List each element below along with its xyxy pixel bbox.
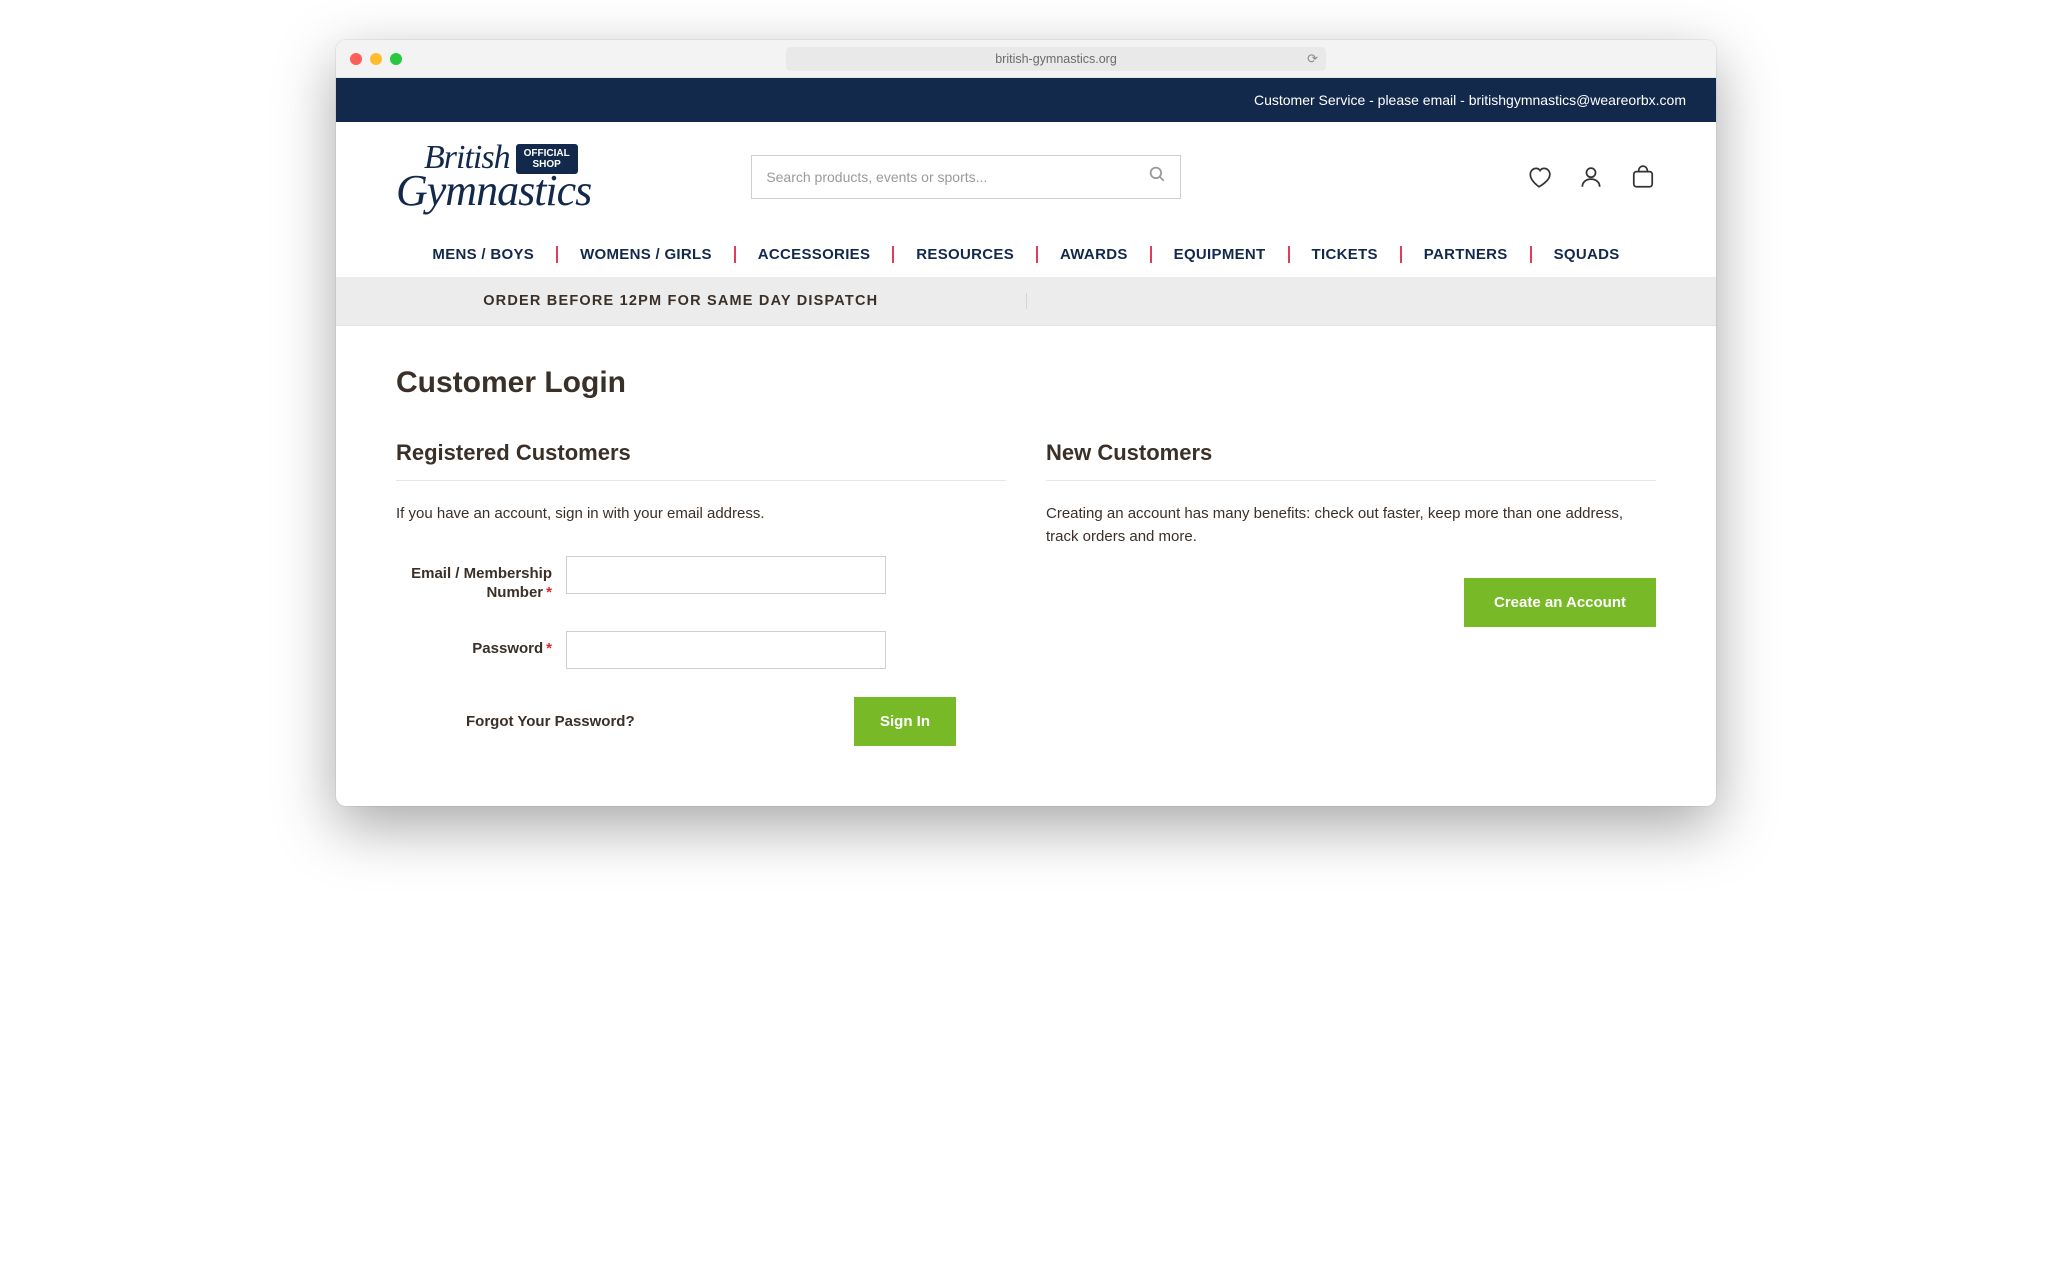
- search-input[interactable]: [766, 169, 1148, 185]
- main-nav: MENS / BOYS WOMENS / GIRLS ACCESSORIES R…: [336, 231, 1716, 277]
- registered-lead: If you have an account, sign in with you…: [396, 503, 1006, 526]
- site-header: BritishOFFICIALSHOP Gymnastics: [336, 122, 1716, 231]
- header-icons: [1526, 164, 1656, 190]
- reload-icon[interactable]: ⟳: [1307, 51, 1318, 67]
- search-icon[interactable]: [1148, 165, 1166, 188]
- page-title: Customer Login: [396, 366, 1656, 400]
- close-window-button[interactable]: [350, 53, 362, 65]
- password-row: Password*: [396, 631, 1006, 669]
- nav-equipment[interactable]: EQUIPMENT: [1152, 246, 1290, 263]
- registered-customers-block: Registered Customers If you have an acco…: [396, 440, 1006, 746]
- nav-accessories[interactable]: ACCESSORIES: [736, 246, 895, 263]
- url-text: british-gymnastics.org: [995, 52, 1117, 66]
- login-actions: Forgot Your Password? Sign In: [466, 697, 956, 746]
- create-account-button[interactable]: Create an Account: [1464, 578, 1656, 627]
- email-row: Email / Membership Number*: [396, 556, 1006, 603]
- url-bar[interactable]: british-gymnastics.org ⟳: [786, 47, 1326, 71]
- window-controls: [350, 53, 402, 65]
- search-box[interactable]: [751, 155, 1181, 199]
- password-field[interactable]: [566, 631, 886, 669]
- nav-resources[interactable]: RESOURCES: [894, 246, 1038, 263]
- banner-cell-1: ORDER BEFORE 12PM FOR SAME DAY DISPATCH: [336, 293, 1027, 309]
- minimize-window-button[interactable]: [370, 53, 382, 65]
- promo-banner: ORDER BEFORE 12PM FOR SAME DAY DISPATCH: [336, 277, 1716, 326]
- nav-mens[interactable]: MENS / BOYS: [410, 246, 558, 263]
- password-label: Password*: [396, 631, 566, 659]
- sign-in-button[interactable]: Sign In: [854, 697, 956, 746]
- nav-partners[interactable]: PARTNERS: [1402, 246, 1532, 263]
- nav-squads[interactable]: SQUADS: [1532, 246, 1642, 263]
- email-field[interactable]: [566, 556, 886, 594]
- browser-window: british-gymnastics.org ⟳ Customer Servic…: [336, 40, 1716, 806]
- account-icon[interactable]: [1578, 164, 1604, 190]
- registered-heading: Registered Customers: [396, 440, 1006, 481]
- nav-tickets[interactable]: TICKETS: [1290, 246, 1402, 263]
- browser-chrome: british-gymnastics.org ⟳: [336, 40, 1716, 78]
- maximize-window-button[interactable]: [390, 53, 402, 65]
- new-heading: New Customers: [1046, 440, 1656, 481]
- main-content: Customer Login Registered Customers If y…: [336, 326, 1716, 806]
- logo-line2: Gymnastics: [396, 172, 591, 209]
- banner-cell-2: [1027, 293, 1717, 309]
- new-lead: Creating an account has many benefits: c…: [1046, 503, 1656, 548]
- nav-awards[interactable]: AWARDS: [1038, 246, 1152, 263]
- wishlist-icon[interactable]: [1526, 164, 1552, 190]
- logo[interactable]: BritishOFFICIALSHOP Gymnastics: [396, 144, 591, 209]
- bag-icon[interactable]: [1630, 164, 1656, 190]
- nav-womens[interactable]: WOMENS / GIRLS: [558, 246, 736, 263]
- email-label: Email / Membership Number*: [396, 556, 566, 603]
- forgot-password-link[interactable]: Forgot Your Password?: [466, 713, 635, 730]
- new-customers-block: New Customers Creating an account has ma…: [1046, 440, 1656, 746]
- customer-service-text: Customer Service - please email - britis…: [1254, 92, 1686, 108]
- top-notice-bar: Customer Service - please email - britis…: [336, 78, 1716, 122]
